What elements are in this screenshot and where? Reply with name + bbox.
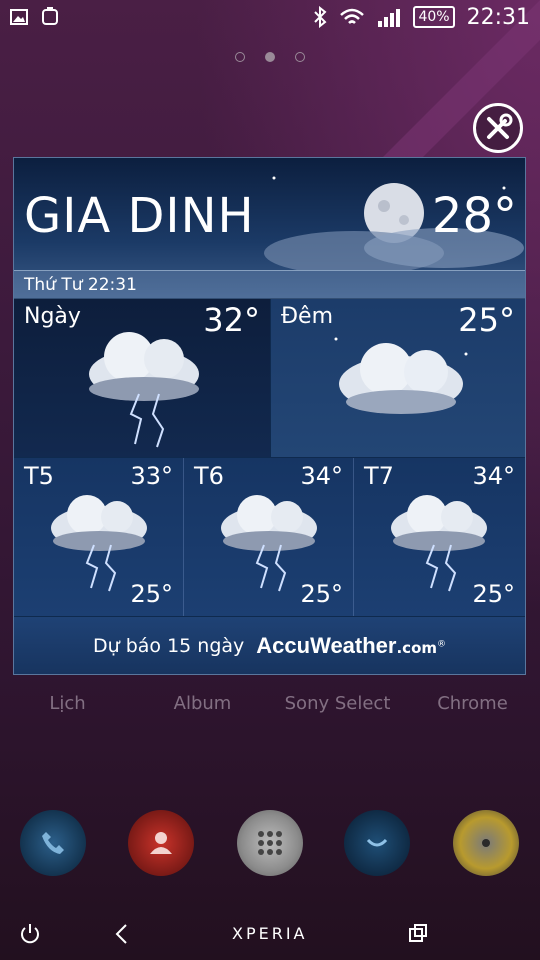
app-label-album[interactable]: Album [135, 693, 270, 714]
city-name: GIA DINH [24, 188, 255, 244]
forecast-low: 25° [130, 580, 173, 608]
phone-icon [42, 832, 64, 854]
battery-indicator: 40% [413, 6, 455, 28]
accuweather-logo[interactable]: AccuWeather.com® [256, 633, 446, 659]
page-dot[interactable] [295, 52, 305, 62]
app-label-chrome[interactable]: Chrome [405, 693, 540, 714]
widget-footer[interactable]: Dự báo 15 ngày AccuWeather.com® [14, 617, 525, 674]
cloudy-night-icon [334, 337, 468, 414]
thunderstorm-icon [89, 332, 199, 448]
accuweather-suffix: .com [396, 639, 438, 657]
signal-icon [377, 7, 401, 27]
forecast-day-2[interactable]: T6 34° 25° [184, 458, 354, 616]
app-labels: Lịch Album Sony Select Chrome [0, 693, 540, 714]
thunderstorm-icon [391, 495, 487, 592]
day-panel[interactable]: Ngày 32° [14, 299, 270, 457]
forecast-15-day-link[interactable]: Dự báo 15 ngày [93, 635, 244, 657]
recents-button[interactable] [407, 922, 429, 944]
app-label-sony-select[interactable]: Sony Select [270, 693, 405, 714]
widget-settings-button[interactable] [473, 103, 523, 153]
dock [0, 810, 540, 880]
forecast-day-3[interactable]: T7 34° 25° [354, 458, 525, 616]
screenshot-notification-icon [40, 7, 60, 27]
forecast-low: 25° [472, 580, 515, 608]
music-app-icon[interactable] [453, 810, 519, 876]
thunderstorm-icon [51, 495, 147, 592]
registered-mark: ® [437, 639, 447, 650]
app-drawer-button[interactable] [237, 810, 303, 876]
bluetooth-icon [313, 6, 327, 28]
forecast-day-1[interactable]: T5 33° 25° [14, 458, 184, 616]
wifi-icon [339, 7, 365, 27]
grid-icon [258, 831, 282, 855]
power-icon [21, 924, 39, 944]
widget-header: GIA DINH 28° Thứ Tư 22:31 [14, 158, 525, 299]
contacts-app-icon[interactable] [128, 810, 194, 876]
forecast-row: T5 33° 25° T6 34° 25° T7 34° 25° [14, 458, 525, 616]
messaging-app-icon[interactable] [344, 810, 410, 876]
thunderstorm-icon [221, 495, 317, 592]
app-label-calendar[interactable]: Lịch [0, 693, 135, 714]
page-dot-active[interactable] [265, 52, 275, 62]
back-button[interactable] [112, 922, 130, 946]
phone-app-icon[interactable] [20, 810, 86, 876]
page-indicator [0, 52, 540, 62]
back-icon [115, 924, 127, 944]
person-icon [150, 832, 172, 854]
date-time: Thứ Tư 22:31 [24, 275, 137, 295]
smiley-icon [366, 838, 388, 847]
status-bar: 40% 22:31 [0, 0, 540, 34]
recents-icon [409, 924, 427, 942]
status-clock: 22:31 [466, 4, 530, 30]
forecast-low: 25° [300, 580, 343, 608]
tools-icon [487, 113, 513, 139]
xperia-logo: XPERIA [232, 924, 308, 943]
image-notification-icon [10, 9, 28, 25]
home-button[interactable]: XPERIA [232, 924, 308, 943]
current-temperature: 28° [431, 188, 517, 244]
navigation-bar: XPERIA [0, 908, 540, 960]
weather-widget[interactable]: GIA DINH 28° Thứ Tư 22:31 Ngày 32° Đêm 2… [13, 157, 526, 675]
date-bar: Thứ Tư 22:31 [14, 270, 525, 299]
music-disc-icon [482, 839, 490, 847]
accuweather-brand: AccuWeather [256, 633, 397, 658]
page-dot[interactable] [235, 52, 245, 62]
night-panel[interactable]: Đêm 25° [271, 299, 525, 457]
power-button[interactable] [18, 922, 42, 946]
